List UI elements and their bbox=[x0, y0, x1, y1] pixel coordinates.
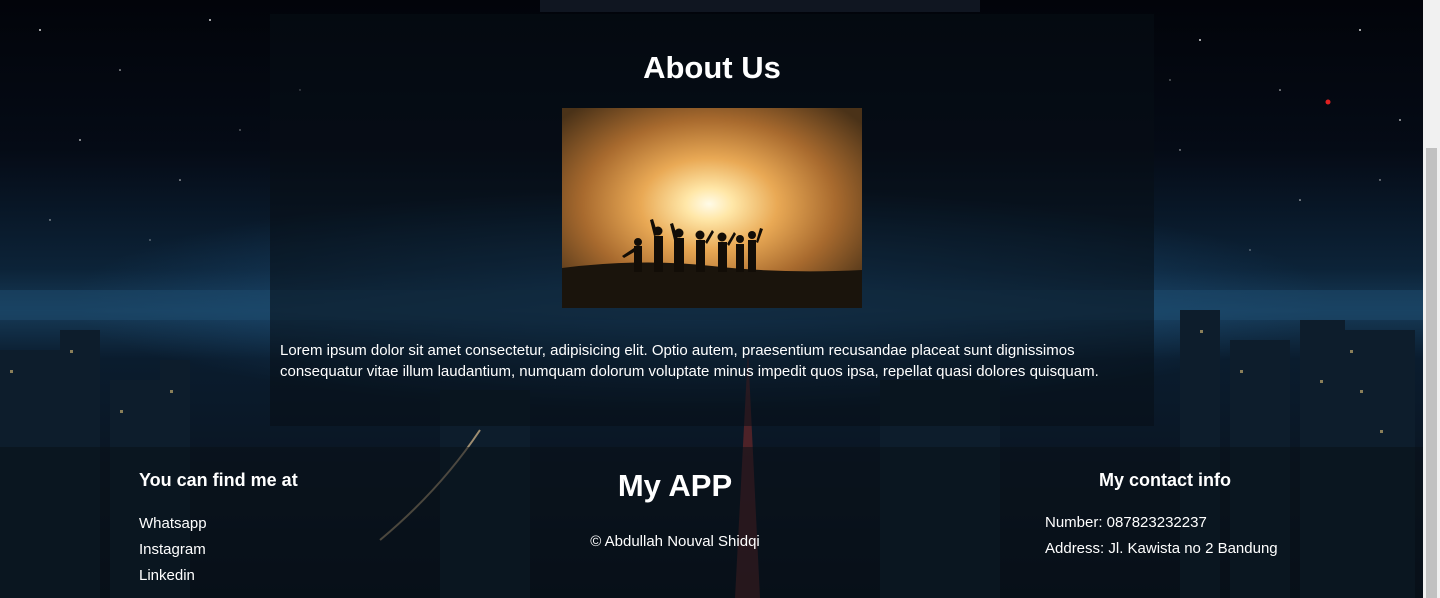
app-name: My APP bbox=[617, 468, 733, 503]
copyright-text: © Abdullah Nouval Shidqi bbox=[590, 533, 760, 550]
about-text: Lorem ipsum dolor sit amet consectetur, … bbox=[280, 342, 1099, 380]
contact-heading: My contact info bbox=[1098, 470, 1231, 490]
brand-column: My APP © Abdullah Nouval Shidqi bbox=[575, 467, 775, 552]
social-links-list: Whatsapp Instagram Linkedin bbox=[139, 511, 298, 589]
scrollbar-thumb[interactable] bbox=[1426, 148, 1437, 598]
footer: You can find me at Whatsapp Instagram Li… bbox=[0, 447, 1423, 598]
top-strip bbox=[540, 0, 980, 12]
contact-number: Number: 087823232237 bbox=[1045, 514, 1207, 531]
link-linkedin[interactable]: Linkedin bbox=[139, 563, 298, 589]
social-links-column: You can find me at Whatsapp Instagram Li… bbox=[139, 469, 298, 589]
about-section: About Us Lorem ipsum dolor sit amet cons… bbox=[270, 14, 1154, 426]
link-whatsapp[interactable]: Whatsapp bbox=[139, 511, 298, 537]
link-instagram[interactable]: Instagram bbox=[139, 537, 298, 563]
contact-address: Address: Jl. Kawista no 2 Bandung bbox=[1045, 540, 1278, 557]
sunset-group-photo bbox=[562, 108, 862, 308]
vertical-scrollbar[interactable] bbox=[1423, 0, 1440, 598]
about-title: About Us bbox=[643, 50, 781, 85]
contact-column: My contact info Number: 087823232237 Add… bbox=[1045, 469, 1305, 562]
find-me-heading: You can find me at bbox=[139, 470, 298, 490]
about-photo bbox=[562, 108, 862, 308]
